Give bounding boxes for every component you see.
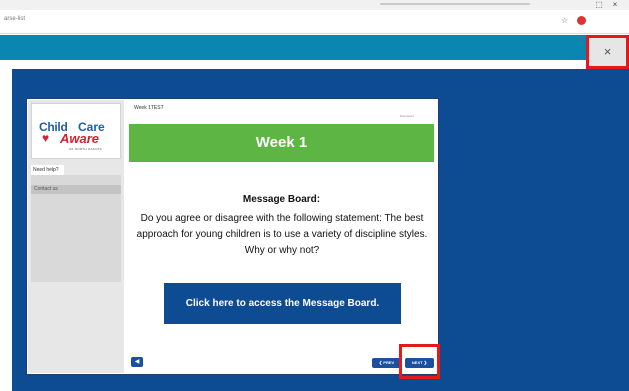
close-icon: × xyxy=(603,44,612,59)
contact-us-item[interactable]: Contact us xyxy=(31,185,121,194)
tab-divider xyxy=(380,3,530,5)
prev-button[interactable]: ❮ PREV xyxy=(372,358,401,368)
address-bar[interactable] xyxy=(0,10,629,34)
slide-label: Week 1TEST xyxy=(134,105,164,111)
audio-button[interactable]: ◀ xyxy=(131,357,143,367)
modal-header-bar xyxy=(0,35,629,60)
logo-heart-icon: ♥ xyxy=(42,131,50,145)
logo-text-aware: Aware xyxy=(60,131,100,146)
message-board-button[interactable]: Click here to access the Message Board. xyxy=(164,283,401,324)
logo-subtitle: OF NORTH DAKOTA xyxy=(69,147,103,151)
url-text[interactable]: arse-list xyxy=(4,16,25,22)
week-banner: Week 1 xyxy=(129,124,434,162)
message-board-question: Do you agree or disagree with the follow… xyxy=(136,213,428,256)
header-strip xyxy=(0,60,586,69)
need-help-tab[interactable]: Need help? xyxy=(31,165,64,175)
next-button[interactable]: NEXT ❯ xyxy=(405,358,434,368)
close-window-button[interactable]: × xyxy=(608,0,622,10)
bookmark-star-icon[interactable]: ☆ xyxy=(561,16,568,26)
slide-corner-text: Dismissed xyxy=(400,114,414,118)
speaker-icon: ◀ xyxy=(134,359,140,365)
extension-icon[interactable] xyxy=(577,16,586,25)
browser-titlebar xyxy=(0,0,629,10)
modal-close-button[interactable]: × xyxy=(586,35,629,69)
message-board-title: Message Board: xyxy=(242,194,321,205)
restore-window-button[interactable]: ⬚ xyxy=(592,0,606,10)
